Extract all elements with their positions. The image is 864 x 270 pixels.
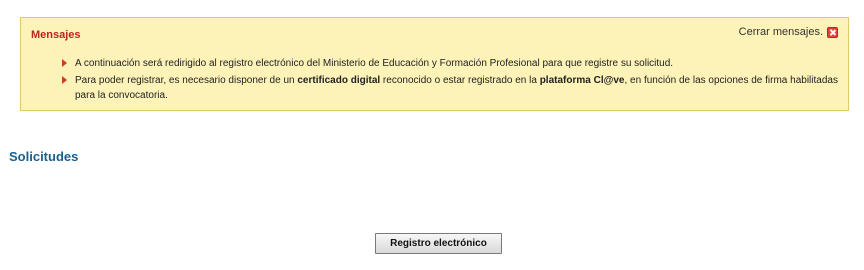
close-icon[interactable]	[827, 26, 838, 38]
messages-title: Mensajes	[31, 29, 81, 41]
message-text: A continuación será redirigido al regist…	[75, 58, 674, 69]
message-item-requirements: Para poder registrar, es necesario dispo…	[61, 73, 841, 103]
close-messages-link[interactable]: Cerrar mensajes.	[739, 26, 838, 38]
message-text-part: reconocido o estar registrado en la	[380, 75, 540, 86]
certificado-digital-text: certificado digital	[297, 75, 381, 86]
plataforma-clave-text: plataforma Cl@ve	[539, 75, 625, 86]
messages-list: A continuación será redirigido al regist…	[61, 56, 841, 105]
messages-panel: Mensajes Cerrar mensajes. A continuación…	[20, 17, 849, 111]
message-text-part: Para poder registrar, es necesario dispo…	[75, 75, 298, 86]
bullet-arrow-icon	[62, 76, 67, 84]
message-item-redirect: A continuación será redirigido al regist…	[61, 56, 841, 71]
bullet-arrow-icon	[62, 59, 67, 67]
section-title: Solicitudes	[9, 149, 79, 164]
close-messages-label[interactable]: Cerrar mensajes.	[739, 26, 823, 38]
register-button[interactable]: Registro electrónico	[375, 233, 502, 254]
